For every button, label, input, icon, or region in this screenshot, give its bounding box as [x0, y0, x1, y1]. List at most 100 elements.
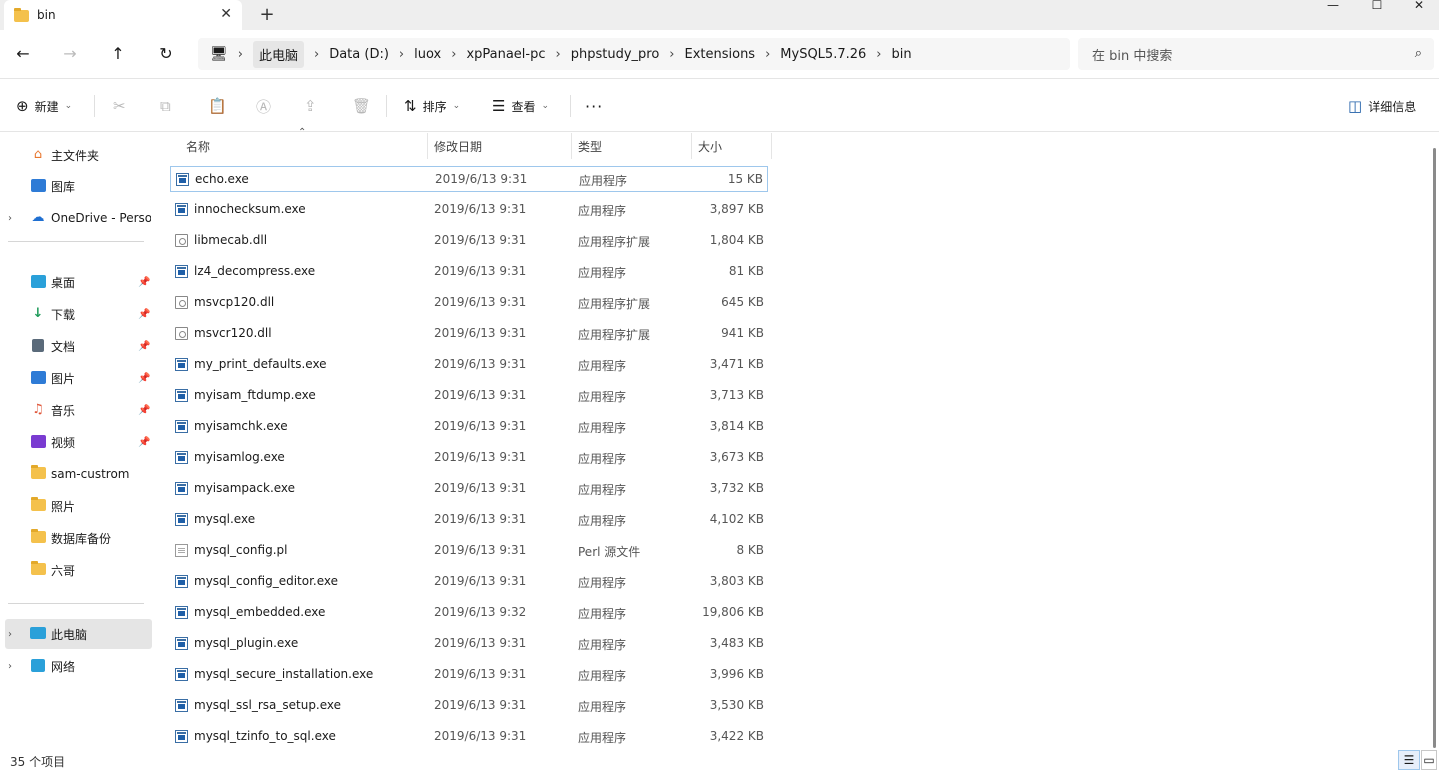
view-button[interactable]: ☰ 查看 ⌄ [492, 93, 549, 119]
text-file-icon [175, 544, 188, 557]
file-type: 应用程序 [578, 452, 627, 466]
sidebar-item-home[interactable]: ⌂ 主文件夹 [0, 140, 152, 170]
sidebar-item-desktop[interactable]: 桌面 📌 [0, 267, 152, 297]
table-row[interactable]: mysql_plugin.exe 2019/6/13 9:31 应用程序 3,483 … [170, 631, 768, 657]
delete-button[interactable]: 🗑 [352, 93, 377, 119]
new-tab-button[interactable]: + [256, 4, 278, 25]
breadcrumb-phpstudy-pro[interactable]: phpstudy_pro [571, 47, 660, 62]
cloud-icon: ☁ [31, 210, 45, 225]
breadcrumb-separator[interactable]: › [876, 47, 881, 62]
column-header-type[interactable]: 类型 [572, 133, 690, 159]
table-row[interactable]: myisampack.exe 2019/6/13 9:31 应用程序 3,732 KB [170, 476, 768, 502]
file-date: 2019/6/13 9:31 [434, 202, 527, 216]
sidebar-item-documents[interactable]: 文档 📌 [0, 331, 152, 361]
maximize-button[interactable]: ☐ [1354, 0, 1400, 12]
breadcrumb-separator[interactable]: › [451, 47, 456, 62]
chevron-right-icon[interactable]: › [8, 661, 12, 672]
table-row[interactable]: mysql_secure_installation.exe 2019/6/13 9… [170, 662, 768, 688]
sidebar-item-music[interactable]: ♫ 音乐 📌 [0, 395, 152, 425]
table-row[interactable]: msvcr120.dll 2019/6/13 9:31 应用程序扩展 941 KB [170, 321, 768, 347]
breadcrumb-separator[interactable]: › [556, 47, 561, 62]
table-row[interactable]: myisam_ftdump.exe 2019/6/13 9:31 应用程序 3,713… [170, 383, 768, 409]
sidebar-item-label: 照片 [51, 499, 76, 514]
breadcrumb-separator[interactable]: › [765, 47, 770, 62]
pin-icon[interactable]: 📌 [138, 309, 150, 320]
pin-icon[interactable]: 📌 [138, 341, 150, 352]
sidebar-item-gallery[interactable]: 图库 [0, 171, 152, 201]
table-row[interactable]: mysql_config.pl 2019/6/13 9:31 Perl 源文件 8 K… [170, 538, 768, 564]
table-row[interactable]: innochecksum.exe 2019/6/13 9:31 应用程序 3,897 … [170, 197, 768, 223]
table-row[interactable]: myisamlog.exe 2019/6/13 9:31 应用程序 3,673 KB [170, 445, 768, 471]
table-row[interactable]: lz4_decompress.exe 2019/6/13 9:31 应用程序 81 K… [170, 259, 768, 285]
breadcrumb-separator[interactable]: › [238, 47, 243, 62]
table-row[interactable]: libmecab.dll 2019/6/13 9:31 应用程序扩展 1,804 KB [170, 228, 768, 254]
table-row[interactable]: mysql.exe 2019/6/13 9:31 应用程序 4,102 KB [170, 507, 768, 533]
file-name: libmecab.dll [194, 233, 268, 247]
sidebar-item-network[interactable]: › 网络 [0, 651, 152, 681]
vertical-scrollbar[interactable] [1433, 148, 1436, 748]
pin-icon[interactable]: 📌 [138, 373, 150, 384]
pin-icon[interactable]: 📌 [138, 277, 150, 288]
up-button[interactable]: ↑ [106, 42, 130, 66]
more-options-button[interactable]: ··· [585, 93, 603, 119]
table-row[interactable]: mysql_embedded.exe 2019/6/13 9:32 应用程序 19,8… [170, 600, 768, 626]
sidebar-item-sam-custrom[interactable]: sam-custrom [0, 459, 152, 489]
close-window-button[interactable]: ✕ [1396, 0, 1439, 12]
forward-button[interactable]: → [58, 42, 82, 66]
breadcrumb-luox[interactable]: luox [414, 47, 441, 62]
table-row[interactable]: myisamchk.exe 2019/6/13 9:31 应用程序 3,814 KB [170, 414, 768, 440]
breadcrumb-xppanael-pc[interactable]: xpPanael-pc [466, 47, 545, 62]
sidebar-item-videos[interactable]: 视频 📌 [0, 427, 152, 457]
table-row[interactable]: echo.exe 2019/6/13 9:31 应用程序 15 KB [170, 166, 768, 192]
search-input[interactable]: 在 bin 中搜索 ⌕ [1078, 38, 1434, 70]
sidebar-item-photos[interactable]: 照片 [0, 491, 152, 521]
column-header-size[interactable]: 大小 [692, 133, 770, 159]
column-header-date[interactable]: 修改日期 [428, 133, 571, 159]
breadcrumb-extensions[interactable]: Extensions [684, 47, 755, 62]
details-pane-button[interactable]: ◫ 详细信息 [1348, 93, 1416, 119]
breadcrumb-mysql[interactable]: MySQL5.7.26 [780, 47, 866, 62]
chevron-right-icon[interactable]: › [8, 213, 12, 224]
pin-icon[interactable]: 📌 [138, 405, 150, 416]
back-button[interactable]: ← [11, 42, 35, 66]
rename-button[interactable]: Ⓐ [256, 93, 277, 119]
table-row[interactable]: my_print_defaults.exe 2019/6/13 9:31 应用程序 3… [170, 352, 768, 378]
sidebar-item-liuge[interactable]: 六哥 [0, 555, 152, 585]
tab-bin[interactable]: bin ✕ [4, 0, 242, 30]
breadcrumb-bin[interactable]: bin [891, 47, 911, 62]
refresh-button[interactable]: ↻ [154, 42, 178, 66]
address-bar[interactable]: 🖥 › 此电脑 › Data (D:) › luox › xpPanael-pc… [198, 38, 1070, 70]
copy-button[interactable]: ⧉ [160, 93, 177, 119]
details-view-button[interactable]: ☰ [1398, 750, 1420, 770]
breadcrumb-separator[interactable]: › [314, 47, 319, 62]
sidebar-item-db-backup[interactable]: 数据库备份 [0, 523, 152, 553]
file-type: 应用程序 [578, 266, 627, 280]
chevron-down-icon: ⌄ [64, 101, 73, 111]
column-divider[interactable] [771, 133, 772, 159]
chevron-right-icon[interactable]: › [8, 629, 12, 640]
tab-close-icon[interactable]: ✕ [220, 6, 232, 22]
new-button[interactable]: ⊕ 新建 ⌄ [16, 93, 72, 119]
table-row[interactable]: mysql_tzinfo_to_sql.exe 2019/6/13 9:31 应用程… [170, 724, 768, 750]
share-button[interactable]: ⇪ [304, 93, 323, 119]
column-header-name[interactable]: 名称 [180, 133, 426, 159]
pin-icon[interactable]: 📌 [138, 437, 150, 448]
sidebar-item-pictures[interactable]: 图片 📌 [0, 363, 152, 393]
sidebar-item-onedrive[interactable]: › ☁ OneDrive - Perso [0, 203, 152, 233]
breadcrumb-this-pc[interactable]: 此电脑 [252, 40, 304, 68]
sidebar-item-this-pc[interactable]: › 此电脑 [5, 619, 152, 649]
tiles-view-button[interactable]: ▭ [1421, 750, 1437, 770]
sidebar-item-downloads[interactable]: ↓ 下载 📌 [0, 299, 152, 329]
paste-button[interactable]: 📋 [208, 93, 233, 119]
breadcrumb-data-d[interactable]: Data (D:) [329, 47, 389, 62]
table-row[interactable]: msvcp120.dll 2019/6/13 9:31 应用程序扩展 645 KB [170, 290, 768, 316]
breadcrumb-separator[interactable]: › [399, 47, 404, 62]
breadcrumb-separator[interactable]: › [669, 47, 674, 62]
minimize-button[interactable]: — [1310, 0, 1356, 12]
sort-icon: ⇅ [404, 97, 417, 115]
sort-button[interactable]: ⇅ 排序 ⌄ [404, 93, 460, 119]
table-row[interactable]: mysql_config_editor.exe 2019/6/13 9:31 应用程… [170, 569, 768, 595]
cut-button[interactable]: ✂ [113, 93, 132, 119]
dll-file-icon [175, 327, 188, 340]
table-row[interactable]: mysql_ssl_rsa_setup.exe 2019/6/13 9:31 应用程… [170, 693, 768, 719]
